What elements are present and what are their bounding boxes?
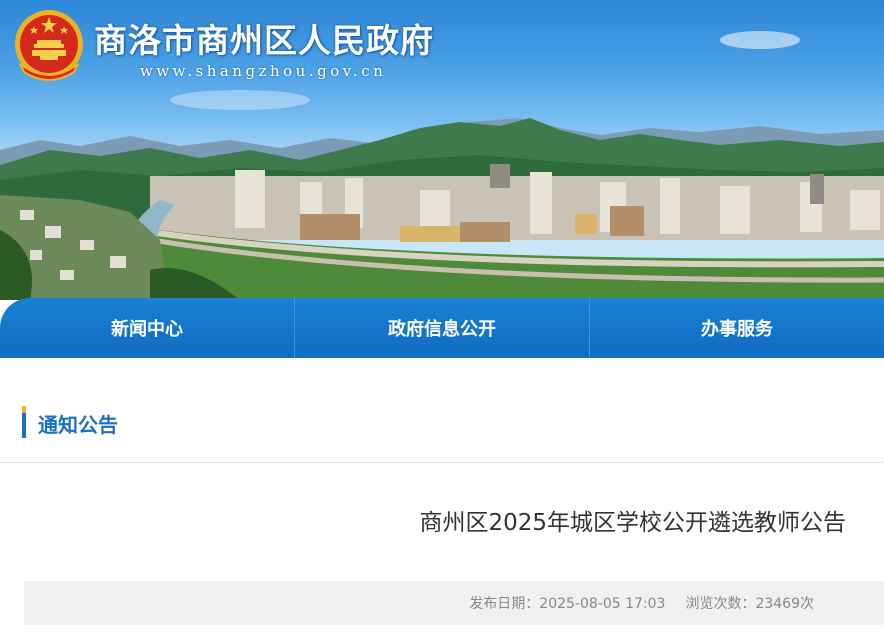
national-emblem-icon [15,10,83,81]
article-meta-bar: 发布日期：2025-08-05 17:03 浏览次数：23469次 [24,581,884,625]
nav-item-news-center[interactable]: 新闻中心 [0,298,295,358]
main-nav: 新闻中心 政府信息公开 办事服务 [0,298,884,358]
nav-item-government-info[interactable]: 政府信息公开 [295,298,590,358]
section-title[interactable]: 通知公告 [38,409,118,438]
publish-date: 2025-08-05 17:03 [539,596,666,612]
site-url: www.shangzhou.gov.cn [140,62,387,80]
view-count: 23469 [755,596,800,612]
header-banner: 商洛市商州区人民政府 www.shangzhou.gov.cn [0,0,884,300]
article-title: 商州区2025年城区学校公开遴选教师公告 [419,510,846,536]
view-count-label: 浏览次数： [685,596,756,612]
nav-item-services[interactable]: 办事服务 [590,298,884,358]
section-accent-bar [22,406,26,438]
view-count-unit: 次 [800,596,814,612]
article-meta: 发布日期：2025-08-05 17:03 浏览次数：23469次 [469,593,814,613]
section-header: 通知公告 [0,404,884,463]
site-title: 商洛市商州区人民政府 [94,21,434,60]
publish-date-label: 发布日期： [469,596,540,612]
